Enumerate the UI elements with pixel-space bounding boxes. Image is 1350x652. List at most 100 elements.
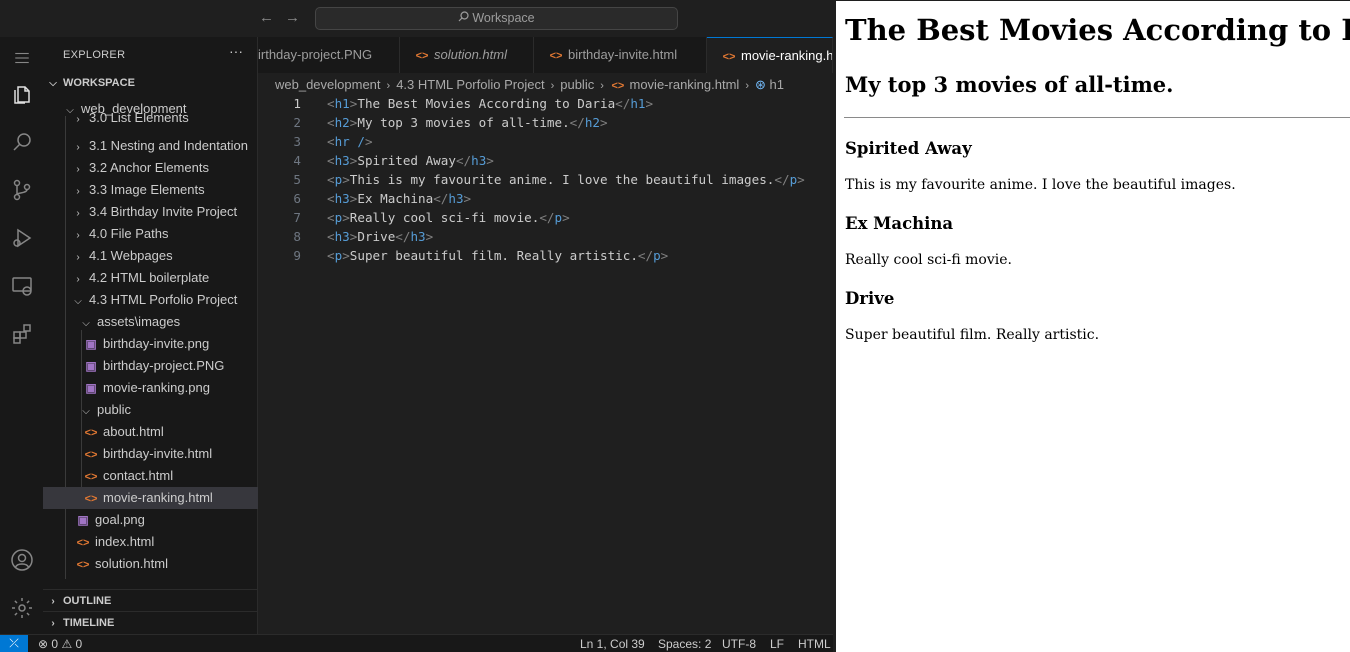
tree-folder-image-elements[interactable]: › 3.3 Image Elements	[43, 179, 258, 201]
image-file-icon: ▣	[77, 513, 89, 527]
code-text: <h3>Ex Machina</h3>	[327, 191, 472, 206]
tree-folder-assets-images[interactable]: ⌵ assets\images	[43, 311, 258, 333]
tree-folder-list-elements[interactable]: › 3.0 List Elements	[43, 113, 258, 127]
explorer-icon[interactable]	[0, 73, 43, 115]
eol-setting[interactable]: LF	[770, 636, 784, 652]
tree-folder-nesting[interactable]: › 3.1 Nesting and Indentation	[43, 135, 258, 157]
line-number: 1	[293, 96, 301, 111]
browser-preview: The Best Movies According to Daria My to…	[833, 0, 1350, 652]
activity-bar	[0, 37, 43, 634]
tree-folder-portfolio-project[interactable]: ⌵ 4.3 HTML Porfolio Project	[43, 289, 258, 311]
back-arrow-icon[interactable]: ←	[259, 9, 274, 26]
outline-section-header[interactable]: › OUTLINE	[43, 589, 258, 611]
breadcrumb-public[interactable]: public	[560, 77, 594, 92]
tree-file-birthday-invite-png[interactable]: ▣ birthday-invite.png	[43, 333, 258, 355]
breadcrumb-symbol[interactable]: h1	[770, 77, 784, 92]
chevron-right-icon: ›	[51, 618, 55, 629]
tab-birthday-project-png[interactable]: irthday-project.PNG	[258, 37, 400, 73]
forward-arrow-icon[interactable]: →	[285, 9, 300, 26]
tab-birthday-invite-html[interactable]: <> birthday-invite.html	[534, 37, 707, 73]
line-number: 3	[293, 134, 301, 149]
tag-name: h3	[448, 191, 464, 206]
tree-file-solution-html[interactable]: <> solution.html	[43, 553, 258, 575]
preview-movie-description: This is my favourite anime. I love the b…	[845, 177, 1236, 193]
preview-movie-title: Ex Machina	[845, 214, 954, 233]
explorer-sidebar: EXPLORER ··· ⌵ WORKSPACE ⌵ web_development…	[43, 37, 258, 634]
html-file-icon: <>	[722, 51, 736, 63]
indentation-setting[interactable]: Spaces: 2	[658, 636, 711, 652]
chevron-right-icon: ›	[76, 230, 80, 241]
tag-name: p	[334, 172, 343, 187]
tree-folder-public[interactable]: ⌵ public	[43, 399, 258, 421]
chevron-down-icon: ⌵	[49, 78, 57, 89]
more-actions-icon[interactable]: ···	[229, 43, 243, 59]
tree-file-movie-ranking-png[interactable]: ▣ movie-ranking.png	[43, 377, 258, 399]
code-content: Spirited Away	[357, 153, 456, 168]
image-file-icon: ▣	[85, 337, 97, 351]
image-file-icon: ▣	[85, 381, 97, 395]
tree-item-label: about.html	[103, 424, 164, 439]
html-file-icon: <>	[84, 471, 98, 483]
settings-gear-icon[interactable]	[0, 587, 43, 629]
tree-item-label: contact.html	[103, 468, 174, 483]
tree-file-index-html[interactable]: <> index.html	[43, 531, 258, 553]
tree-file-contact-html[interactable]: <> contact.html	[43, 465, 258, 487]
code-content: The Best Movies According to Daria	[357, 96, 616, 111]
html-file-icon: <>	[84, 449, 98, 461]
run-debug-icon[interactable]	[0, 217, 43, 259]
tree-folder-webpages[interactable]: › 4.1 Webpages	[43, 245, 258, 267]
breadcrumb-web-development[interactable]: web_development	[275, 77, 381, 92]
extensions-icon[interactable]	[0, 313, 43, 355]
code-line: 5 <p>This is my favourite anime. I love t…	[258, 170, 833, 189]
source-control-icon[interactable]	[0, 169, 43, 211]
workspace-section-header[interactable]: ⌵ WORKSPACE	[43, 72, 258, 94]
tree-file-birthday-project-png[interactable]: ▣ birthday-project.PNG	[43, 355, 258, 377]
tree-file-about-html[interactable]: <> about.html	[43, 421, 258, 443]
code-line: 4 <h3>Spirited Away</h3>	[258, 151, 833, 170]
html-file-icon: <>	[84, 493, 98, 505]
tree-folder-file-paths[interactable]: › 4.0 File Paths	[43, 223, 258, 245]
sidebar-title: EXPLORER	[63, 49, 126, 61]
chevron-right-icon: ›	[76, 252, 80, 263]
encoding-setting[interactable]: UTF-8	[722, 636, 756, 652]
tree-item-label: goal.png	[95, 512, 145, 527]
tree-folder-birthday-invite-project[interactable]: › 3.4 Birthday Invite Project	[43, 201, 258, 223]
code-content: Super beautiful film. Really artistic.	[349, 248, 638, 263]
chevron-right-icon: ›	[76, 208, 80, 219]
remote-indicator-button[interactable]: ⤫	[0, 635, 28, 652]
search-placeholder: Workspace	[472, 11, 535, 25]
breadcrumb-project-folder[interactable]: 4.3 HTML Porfolio Project	[396, 77, 544, 92]
cursor-position[interactable]: Ln 1, Col 39	[580, 636, 645, 652]
tree-file-birthday-invite-html[interactable]: <> birthday-invite.html	[43, 443, 258, 465]
line-number: 9	[293, 248, 301, 263]
editor-group: irthday-project.PNG <> solution.html <> bi…	[258, 37, 833, 634]
code-line: 6 <h3>Ex Machina</h3>	[258, 189, 833, 208]
chevron-right-icon: ›	[76, 274, 80, 285]
html-file-icon: <>	[549, 50, 563, 62]
title-bar: ← → Workspace	[0, 0, 833, 37]
tree-folder-boilerplate[interactable]: › 4.2 HTML boilerplate	[43, 267, 258, 289]
timeline-section-header[interactable]: › TIMELINE	[43, 611, 258, 633]
accounts-icon[interactable]	[0, 539, 43, 581]
code-line: 3 <hr />	[258, 132, 833, 151]
language-mode[interactable]: HTML	[798, 636, 831, 652]
tree-file-goal-png[interactable]: ▣ goal.png	[43, 509, 258, 531]
code-text: <h3>Drive</h3>	[327, 229, 434, 244]
code-content: Ex Machina	[357, 191, 434, 206]
tree-item-label: 3.1 Nesting and Indentation	[89, 138, 249, 153]
breadcrumb-file[interactable]: movie-ranking.html	[630, 77, 740, 92]
tab-movie-ranking-html[interactable]: <> movie-ranking.h	[707, 37, 833, 73]
line-number: 5	[293, 172, 301, 187]
chevron-right-icon: ›	[76, 142, 80, 153]
tab-solution-html[interactable]: <> solution.html	[400, 37, 534, 73]
problems-indicator[interactable]: ⊗ 0 ⚠ 0	[38, 636, 82, 652]
tree-folder-anchor[interactable]: › 3.2 Anchor Elements	[43, 157, 258, 179]
preview-movie-title: Spirited Away	[845, 139, 972, 158]
code-editor[interactable]: 1 <h1>The Best Movies According to Daria<…	[258, 94, 833, 265]
command-center-search[interactable]: Workspace	[315, 7, 678, 30]
search-icon[interactable]	[0, 121, 43, 163]
tree-file-movie-ranking-html[interactable]: <> movie-ranking.html	[43, 487, 258, 509]
tree-item-label: 3.3 Image Elements	[89, 182, 205, 197]
code-line: 7 <p>Really cool sci-fi movie.</p>	[258, 208, 833, 227]
remote-explorer-icon[interactable]	[0, 265, 43, 307]
